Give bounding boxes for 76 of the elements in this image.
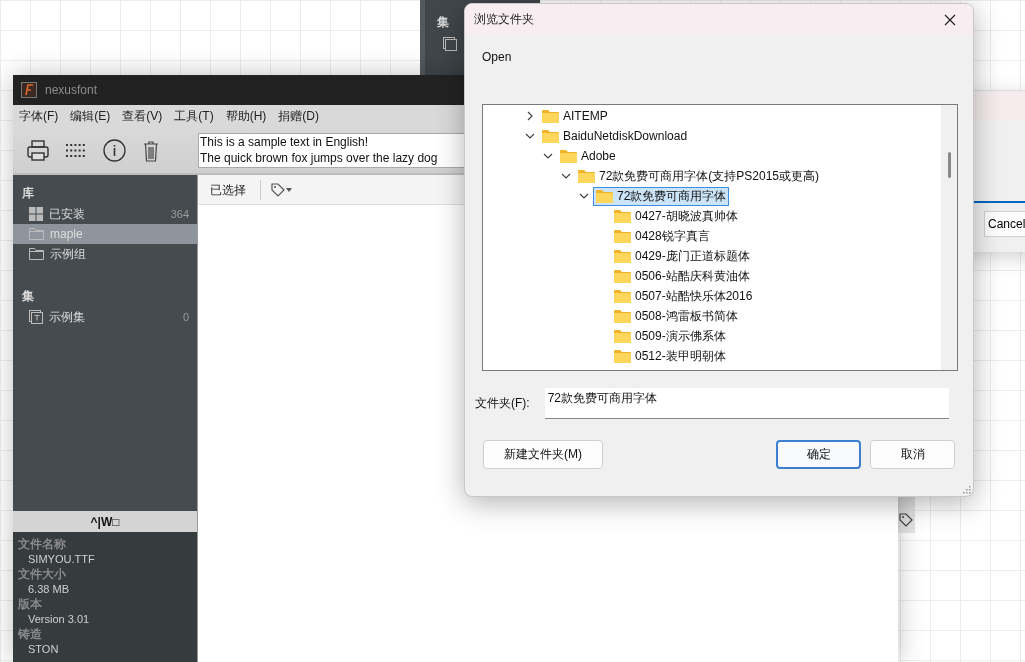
dialog-title: 浏览文件夹 [474,11,534,28]
cancel-button[interactable]: Cancel [984,211,1025,237]
menu-item[interactable]: 字体(F) [18,108,60,125]
section-title: 库 [21,185,35,202]
folder-icon [614,289,631,303]
tree-item[interactable]: 0506-站酷庆科黄油体 [611,266,753,286]
tree-item[interactable]: 0427-胡晓波真帅体 [611,206,741,226]
sidebar-item[interactable]: 示例集 0 [13,307,197,327]
window-title: nexusfont [45,83,98,97]
info-label: 铸造 [18,627,43,642]
info-value: STON [27,642,60,657]
folder-icon [29,228,44,240]
folder-icon [614,229,631,243]
info-label: 版本 [18,597,43,612]
folder-icon [542,129,559,143]
collection-icon [443,37,457,51]
tree-item[interactable]: 72款免费可商用字体(支持PS2015或更高) [575,166,823,186]
tree-item[interactable]: 0429-庞门正道标题体 [611,246,753,266]
folder-icon [614,309,631,323]
folder-icon [578,169,595,183]
prompt-text: Open [482,50,512,64]
tree-item[interactable]: 0508-鸿雷板书简体 [611,306,741,326]
folder-icon [596,189,613,203]
folder-icon [614,209,631,223]
chevron-right-icon[interactable] [525,111,535,121]
tag-icon [271,182,285,197]
printer-icon[interactable] [27,139,49,162]
tag-menu-button[interactable] [269,180,294,199]
sidebar-item[interactable]: 已安装 364 [13,204,197,224]
folder-icon [614,329,631,343]
tree-item[interactable]: BaiduNetdiskDownload [539,126,691,146]
menu-item[interactable]: 查看(V) [121,108,164,125]
tree-item[interactable]: 0509-演示佛系体 [611,326,729,346]
dialog-button[interactable]: 确定 [776,440,861,469]
windows-icon [29,207,43,221]
scrollbar[interactable] [941,105,957,370]
info-value: Version 3.01 [27,612,91,627]
info-value: SIMYOU.TTF [27,552,96,567]
dialog-button[interactable]: 新建文件夹(M) [483,440,603,469]
sidebar-item[interactable]: 示例组 [13,244,197,264]
tree-item[interactable]: 0428锐字真言 [611,226,713,246]
menu-item[interactable]: 帮助(H) [224,108,268,125]
folder-input-field[interactable]: 72款免费可商用字体 [544,388,949,419]
folder-icon [29,248,44,260]
folder-icon [560,149,577,163]
tree-item[interactable]: Adobe [557,146,619,166]
menu-item[interactable]: 捐赠(D) [277,108,320,125]
close-icon[interactable] [944,13,956,26]
app-logo-icon [21,82,37,98]
tag-icon [899,513,913,527]
section-title: 集 [21,288,35,305]
folder-icon [614,349,631,363]
grid-dots-icon[interactable] [66,143,86,158]
menu-item[interactable]: 工具(T) [173,108,215,125]
trash-icon[interactable] [143,139,159,162]
info-value: 6.38 MB [27,582,70,597]
tree-item[interactable]: 72款免费可商用字体 [593,186,730,206]
info-label: 文件名称 [18,537,67,552]
resize-grip-icon[interactable] [963,486,971,494]
tree-item[interactable]: 0507-站酷快乐体2016 [611,286,756,306]
collection-icon [29,310,43,324]
folder-icon [614,249,631,263]
info-header: ^|W□ [13,511,197,532]
caret-icon [286,187,292,192]
info-label: 文件大小 [18,567,67,582]
folder-icon [542,109,559,123]
dialog-button[interactable]: 取消 [870,440,955,469]
section-title: 集 [437,14,449,31]
selected-label[interactable]: 已选择 [198,179,261,200]
folder-icon [614,269,631,283]
tree-item[interactable]: AITEMP [539,106,611,126]
menu-item[interactable]: 编辑(E) [69,108,112,125]
tree-item[interactable]: 0512-装甲明朝体 [611,346,729,366]
info-icon[interactable] [103,139,126,162]
scrollbar-thumb[interactable] [947,152,951,178]
field-label: 文件夹(F): [475,395,530,412]
